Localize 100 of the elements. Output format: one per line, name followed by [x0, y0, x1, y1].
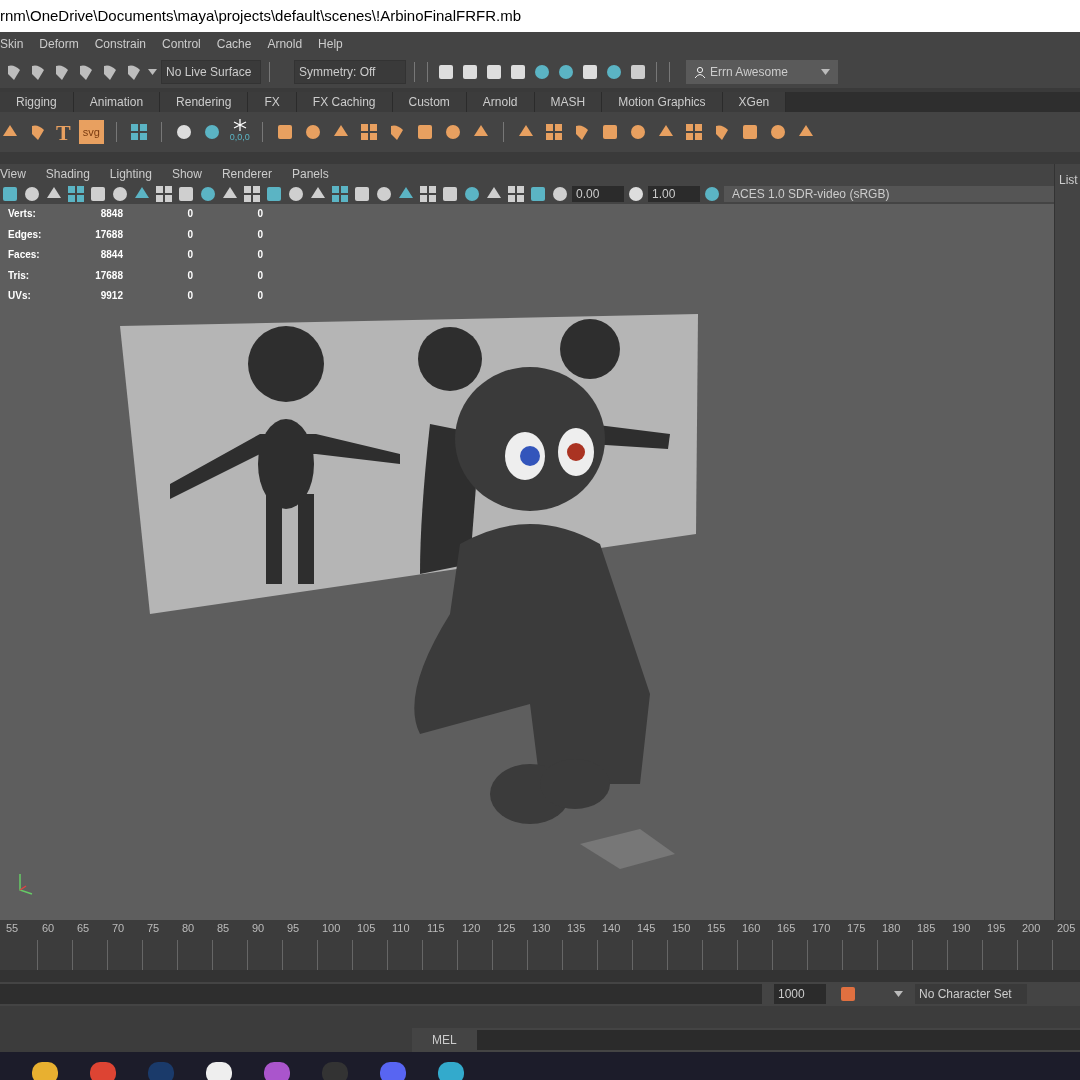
side-panel-label[interactable]: List	[1059, 172, 1080, 188]
grid-window-icon[interactable]	[128, 122, 149, 142]
hud-value: 17688	[94, 268, 123, 283]
menu-item[interactable]: Skin	[0, 36, 24, 52]
command-language-label[interactable]: MEL	[412, 1032, 477, 1048]
symmetry-field[interactable]: Symmetry: Off	[294, 60, 406, 84]
viewport-tool-icon[interactable]	[242, 184, 262, 204]
viewport-tool-icon[interactable]	[440, 184, 460, 204]
end-frame-field[interactable]: 1000	[774, 984, 826, 1004]
hud-value: 17688	[94, 227, 123, 242]
menu-item[interactable]: Constrain	[94, 36, 147, 52]
hud-value: 0	[256, 227, 263, 242]
hud-value: 8848	[99, 207, 123, 221]
viewport-tool-icon[interactable]	[550, 184, 570, 204]
viewport-tool-icon[interactable]	[66, 184, 86, 204]
panel-menu-item[interactable]: Panels	[291, 166, 329, 182]
dropdown-caret-icon[interactable]	[148, 69, 157, 75]
bookmark-icon[interactable]	[838, 984, 858, 1004]
shelf-tab[interactable]: Animation	[73, 92, 161, 112]
shelf-tab[interactable]: Custom	[392, 92, 467, 112]
frame-number: 115	[427, 921, 445, 936]
frame-number: 125	[497, 921, 516, 936]
viewport-tool-icon[interactable]	[176, 184, 196, 204]
gamma-icon[interactable]	[626, 184, 646, 204]
viewport-tool-icon[interactable]	[154, 184, 174, 204]
viewport-tool-icon[interactable]	[506, 184, 526, 204]
panel-menu-item[interactable]: Lighting	[109, 166, 152, 182]
viewport[interactable]: Verts: 8848 0 0 Edges: 17688 0 0 Faces: 8844 0 0 Tris: 17688 0 0 UVs: 9912 0 0	[0, 204, 1054, 920]
viewport-tool-icon[interactable]	[374, 184, 394, 204]
panel-menu-item[interactable]: Renderer	[221, 166, 272, 182]
frame-number: 80	[182, 921, 195, 936]
frame-ruler[interactable]: 55 60 65 70 75 80 85 90 95 100 105 110 115 120 125 130 135 140 145 150 155 160 165 170 175 180 185 190 195 200 205	[0, 920, 1080, 970]
viewport-tool-icon[interactable]	[286, 184, 306, 204]
svg-tool-button[interactable]: svg	[78, 120, 104, 144]
freeze-transform-label: 0,0,0	[229, 131, 250, 145]
character-set-field[interactable]: No Character Set	[915, 984, 1027, 1004]
shelf-tab[interactable]: Arnold	[466, 92, 535, 112]
frame-number: 95	[287, 921, 300, 936]
dropdown-caret-icon[interactable]	[821, 69, 830, 75]
account-dropdown[interactable]: Errn Awesome	[686, 60, 838, 84]
viewport-tool-icon[interactable]	[462, 184, 482, 204]
panel-menu-item[interactable]: Shading	[45, 166, 90, 182]
dropdown-caret-icon[interactable]	[894, 991, 903, 997]
gamma-field[interactable]: 1.00	[648, 186, 700, 202]
uv-tool-icon[interactable]	[543, 122, 564, 142]
menu-item[interactable]: Arnold	[267, 36, 303, 52]
hud-value: 0	[256, 248, 263, 262]
mesh-tool-icon[interactable]	[358, 122, 379, 142]
frame-number: 135	[567, 921, 586, 936]
frame-number: 160	[742, 921, 761, 936]
menu-item[interactable]: Help	[318, 36, 343, 52]
frame-number: 70	[112, 921, 125, 936]
viewport-tool-icon[interactable]	[264, 184, 284, 204]
frame-number: 105	[357, 921, 376, 936]
hud-value: 0	[186, 248, 193, 262]
hud-value: 8844	[99, 248, 123, 262]
shelf-tab[interactable]: Rigging	[0, 92, 74, 112]
hud-value: 0	[256, 289, 263, 303]
text-tool-button[interactable]: T	[56, 115, 71, 149]
frame-number: 85	[217, 921, 230, 936]
shelf-tab[interactable]: Rendering	[160, 92, 249, 112]
hud-label: Faces:	[8, 248, 41, 262]
frame-number: 150	[672, 921, 691, 936]
panel-menu-item[interactable]: View	[0, 166, 26, 182]
color-space-field[interactable]: ACES 1.0 SDR-video (sRGB)	[724, 186, 1054, 202]
snowflake-icon[interactable]	[232, 119, 247, 132]
hud-label: Tris:	[8, 268, 31, 283]
frame-number: 120	[462, 921, 481, 936]
frame-number: 110	[392, 921, 410, 936]
frame-number: 130	[532, 921, 551, 936]
menu-item[interactable]: Control	[162, 36, 201, 52]
shelf-tab[interactable]: MASH	[534, 92, 603, 112]
viewport-tool-icon[interactable]	[528, 184, 548, 204]
viewport-tool-icon[interactable]	[352, 184, 372, 204]
viewport-tool-icon[interactable]	[22, 184, 42, 204]
viewport-tool-icon[interactable]	[0, 184, 20, 204]
frame-number: 170	[812, 921, 831, 936]
viewport-tool-icon[interactable]	[88, 184, 108, 204]
menu-item[interactable]: Deform	[39, 36, 79, 52]
frame-number: 195	[987, 921, 1006, 936]
viewport-tool-icon[interactable]	[418, 184, 438, 204]
user-icon	[694, 66, 706, 78]
panel-menu-item[interactable]: Show	[171, 166, 202, 182]
command-input[interactable]	[476, 1030, 1080, 1050]
hud-value: 0	[186, 268, 193, 283]
viewport-tool-icon[interactable]	[110, 184, 130, 204]
shelf-tab[interactable]: Motion Graphics	[602, 92, 723, 112]
frame-number: 100	[322, 921, 341, 936]
frame-number: 155	[707, 921, 726, 936]
menu-item[interactable]: Cache	[216, 36, 252, 52]
exposure-field[interactable]: 0.00	[572, 186, 624, 202]
shelf-tab[interactable]: XGen	[722, 92, 787, 112]
shelf-tab[interactable]: FX	[248, 92, 297, 112]
viewport-tool-icon[interactable]	[198, 184, 218, 204]
shelf-tab[interactable]: FX Caching	[296, 92, 393, 112]
frame-number: 180	[882, 921, 901, 936]
viewport-tool-icon[interactable]	[330, 184, 350, 204]
color-management-icon[interactable]	[702, 184, 722, 204]
live-surface-field[interactable]: No Live Surface	[161, 60, 261, 84]
uv-tool-icon[interactable]	[683, 122, 704, 142]
